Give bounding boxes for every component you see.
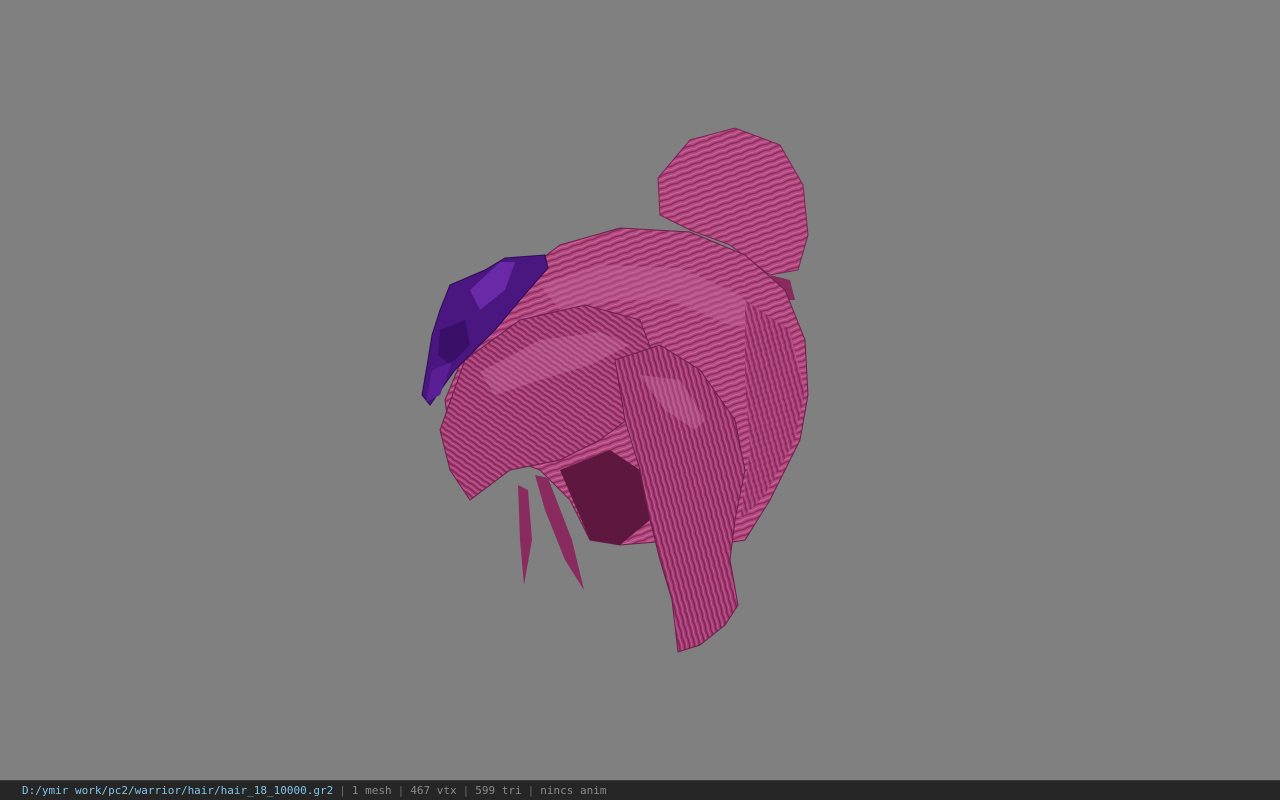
separator: | xyxy=(462,784,470,797)
separator: | xyxy=(339,784,346,797)
file-path: D:/ymir work/pc2/warrior/hair/hair_18_10… xyxy=(22,784,334,797)
3d-viewport[interactable] xyxy=(0,0,1280,780)
hair-mesh-model[interactable] xyxy=(0,0,1280,780)
vertex-count: 467 vtx xyxy=(410,784,457,797)
separator: | xyxy=(397,784,405,797)
separator: | xyxy=(527,784,535,797)
triangle-count: 599 tri xyxy=(475,784,522,797)
mesh-count: 1 mesh xyxy=(351,784,392,797)
anim-status: nincs anim xyxy=(540,784,607,797)
status-bar: D:/ymir work/pc2/warrior/hair/hair_18_10… xyxy=(0,780,1280,800)
